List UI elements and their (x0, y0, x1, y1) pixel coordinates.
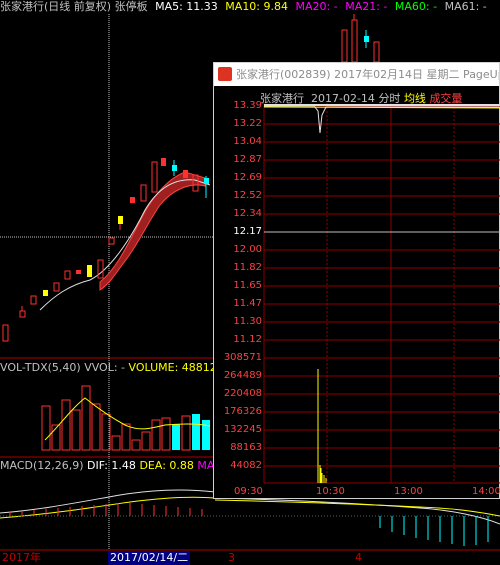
macd-header: MACD(12,26,9) DIF: 1.48 DEA: 0.88 MACD (0, 459, 230, 472)
time-label: 13:00 (394, 486, 423, 497)
volume-bars (41, 385, 211, 451)
macd-indicator[interactable]: MACD(12,26,9) (0, 459, 84, 472)
date-selected[interactable]: 2017/02/14/二 (108, 551, 191, 565)
time-label: 09:30 (234, 486, 263, 497)
volume-header: VOL-TDX(5,40) VVOL: - VOLUME: 488125 (0, 361, 224, 374)
volume-axis-label: 220408 (223, 388, 262, 399)
ma5-value: MA5: 11.33 (155, 0, 218, 13)
price-label: 11.65 (233, 280, 262, 291)
price-label: 12.52 (233, 190, 262, 201)
volume-axis-label: 176326 (223, 406, 262, 417)
price-label: 12.87 (233, 154, 262, 165)
price-label: 12.34 (233, 208, 262, 219)
date-mark-4: 4 (355, 551, 362, 564)
price-label: 11.82 (233, 262, 262, 273)
volume-axis-label: 44082 (230, 460, 262, 471)
ma10-value: MA10: 9.84 (225, 0, 289, 13)
base-price-label: 12.17 (233, 226, 262, 237)
ma20-value: MA20: - (295, 0, 338, 13)
date-axis: 2017年 2017/02/14/二 3 4 (0, 551, 500, 565)
volume-axis-label: 88163 (230, 442, 262, 453)
price-label: 13.39 (233, 100, 262, 111)
date-mark-3: 3 (228, 551, 235, 564)
price-line (264, 105, 500, 134)
dif-value: DIF: 1.48 (87, 459, 136, 472)
price-label: 11.47 (233, 298, 262, 309)
ma5-line (39, 179, 211, 311)
intraday-popup[interactable]: 张家港行(002839) 2017年02月14日 星期二 PageUp/ 张家港… (213, 62, 500, 499)
ma60-value: MA60: - (394, 0, 438, 13)
price-label: 12.69 (233, 172, 262, 183)
ma-header: 张家港行(日线 前复权) 张停板 MA5: 11.33 MA10: 9.84 M… (0, 0, 500, 14)
price-label: 11.12 (233, 334, 262, 345)
dea-value: DEA: 0.88 (139, 459, 194, 472)
time-label: 10:30 (316, 486, 345, 497)
ma61-value: MA61: - (444, 0, 487, 13)
time-label: 14:00 (472, 486, 500, 497)
price-label: 13.04 (233, 136, 262, 147)
price-label: 12.00 (233, 244, 262, 255)
ma21-value: MA21: - (345, 0, 388, 13)
volume-axis-label: 264489 (223, 370, 262, 381)
macd-hist (9, 503, 489, 546)
date-year: 2017年 (2, 551, 41, 564)
price-label: 13.22 (233, 118, 262, 129)
vvol-value: VVOL: - (84, 361, 126, 374)
price-label: 11.30 (233, 316, 262, 327)
volume-indicator[interactable]: VOL-TDX(5,40) (0, 361, 81, 374)
chart-title: 张家港行(日线 前复权) 张停板 (0, 0, 148, 13)
volume-value: VOLUME: 488125 (128, 361, 224, 374)
volume-axis-label: 308571 (223, 352, 262, 363)
volume-axis-label: 132245 (223, 424, 262, 435)
